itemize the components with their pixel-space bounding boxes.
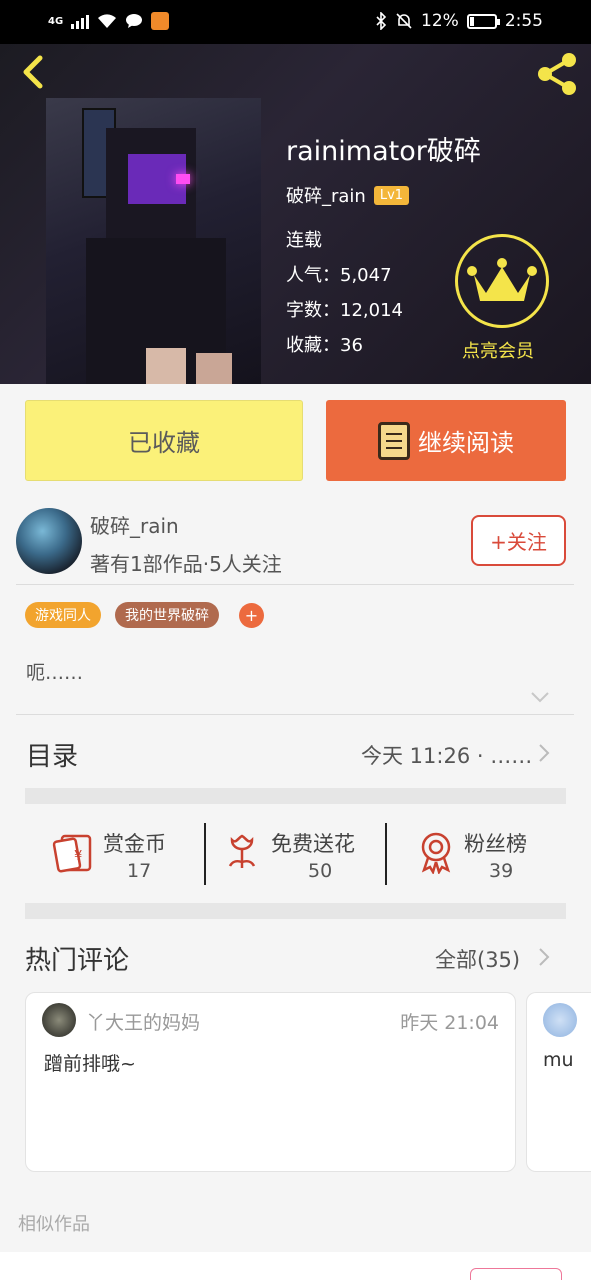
hot-comments-title: 热门评论 (25, 946, 130, 976)
catalog-title[interactable]: 目录 (26, 736, 78, 773)
status-bar: 4G 12% 2:55 (0, 0, 591, 44)
commenter-name[interactable]: 丫大王的妈妈 (86, 1008, 200, 1035)
favorites-stat: 收藏：36 (286, 335, 363, 356)
status-right: 12% 2:55 (375, 11, 543, 31)
share-icon[interactable] (535, 50, 581, 96)
flower-value: 50 (308, 860, 333, 882)
fans-label[interactable]: 粉丝榜 (464, 828, 527, 858)
book-author-line: 破碎_rain Lv1 (286, 182, 410, 208)
message-icon (126, 14, 143, 28)
wifi-icon (98, 14, 117, 28)
level-badge: Lv1 (373, 185, 410, 205)
flower-label[interactable]: 免费送花 (271, 828, 355, 858)
status-left: 4G (48, 12, 170, 30)
book-icon (378, 421, 410, 460)
commenter-avatar[interactable] (42, 1003, 76, 1037)
comment-card[interactable]: 丫大王的妈妈 昨天 21:04 蹭前排哦~ (25, 992, 516, 1172)
author-meta: 著有1部作品·5人关注 (90, 552, 282, 576)
video-app-icon (151, 12, 170, 30)
book-status: 连载 (286, 230, 322, 251)
continue-reading-button[interactable]: 继续阅读 (326, 400, 566, 481)
author-avatar[interactable] (16, 508, 82, 574)
vip-label[interactable]: 点亮会员 (462, 337, 534, 363)
medal-icon[interactable] (414, 830, 458, 874)
book-header: rainimator破碎 破碎_rain Lv1 连载 人气：5,047 字数：… (0, 44, 591, 384)
network-type: 4G (48, 15, 64, 27)
catalog-latest[interactable]: 今天 11:26 · …… (361, 740, 532, 770)
back-icon[interactable] (14, 52, 54, 92)
signal-icon (71, 13, 90, 29)
bluetooth-icon (376, 12, 387, 30)
book-title: rainimator破碎 (286, 136, 481, 167)
divider (16, 584, 574, 585)
comment-text: 蹭前排哦~ (44, 1053, 136, 1075)
word-count-stat: 字数：12,014 (286, 300, 403, 321)
tag-minecraft[interactable]: 我的世界破碎 (115, 602, 219, 628)
section-separator (25, 903, 566, 919)
reward-value: 17 (127, 860, 152, 882)
battery-icon (466, 13, 500, 29)
fans-value: 39 (489, 860, 514, 882)
chevron-right-icon[interactable] (538, 947, 550, 967)
comment-time: 昨天 21:04 (400, 1012, 499, 1034)
all-comments-link[interactable]: 全部(35) (435, 944, 520, 974)
chevron-down-icon[interactable] (530, 690, 550, 704)
svg-text:¥: ¥ (74, 849, 82, 864)
commenter-avatar[interactable] (543, 1003, 577, 1037)
stat-divider (204, 823, 206, 885)
vip-button[interactable] (455, 234, 549, 328)
reward-label[interactable]: 赏金币 (103, 828, 166, 858)
battery-percent: 12% (421, 11, 459, 31)
flower-icon[interactable] (220, 830, 264, 874)
favorited-button[interactable]: 已收藏 (25, 400, 303, 481)
continue-reading-label: 继续阅读 (418, 429, 514, 457)
similar-item-badge (470, 1268, 562, 1280)
mute-bell-icon (396, 13, 412, 29)
stat-divider (385, 823, 387, 885)
book-description: 呃…… (26, 662, 84, 684)
book-cover[interactable] (46, 98, 261, 384)
comment-card[interactable]: mu (526, 992, 591, 1172)
divider (16, 714, 574, 715)
crown-icon (467, 258, 537, 301)
comment-text: mu (543, 1049, 574, 1071)
page: { "status_bar": { "network": "4G", "batt… (0, 0, 591, 1280)
author-name[interactable]: 破碎_rain (90, 510, 179, 539)
follow-button[interactable]: +关注 (471, 515, 566, 566)
popularity-stat: 人气：5,047 (286, 265, 392, 286)
clock: 2:55 (504, 11, 543, 31)
chevron-right-icon[interactable] (538, 743, 550, 763)
book-author[interactable]: 破碎_rain (286, 182, 366, 208)
section-separator (25, 788, 566, 804)
add-tag-button[interactable]: + (239, 603, 264, 628)
tag-game-fanfic[interactable]: 游戏同人 (25, 602, 101, 628)
similar-works-title: 相似作品 (18, 1214, 90, 1235)
favorited-label: 已收藏 (128, 429, 200, 457)
red-envelope-icon[interactable]: ¥ (52, 830, 96, 874)
